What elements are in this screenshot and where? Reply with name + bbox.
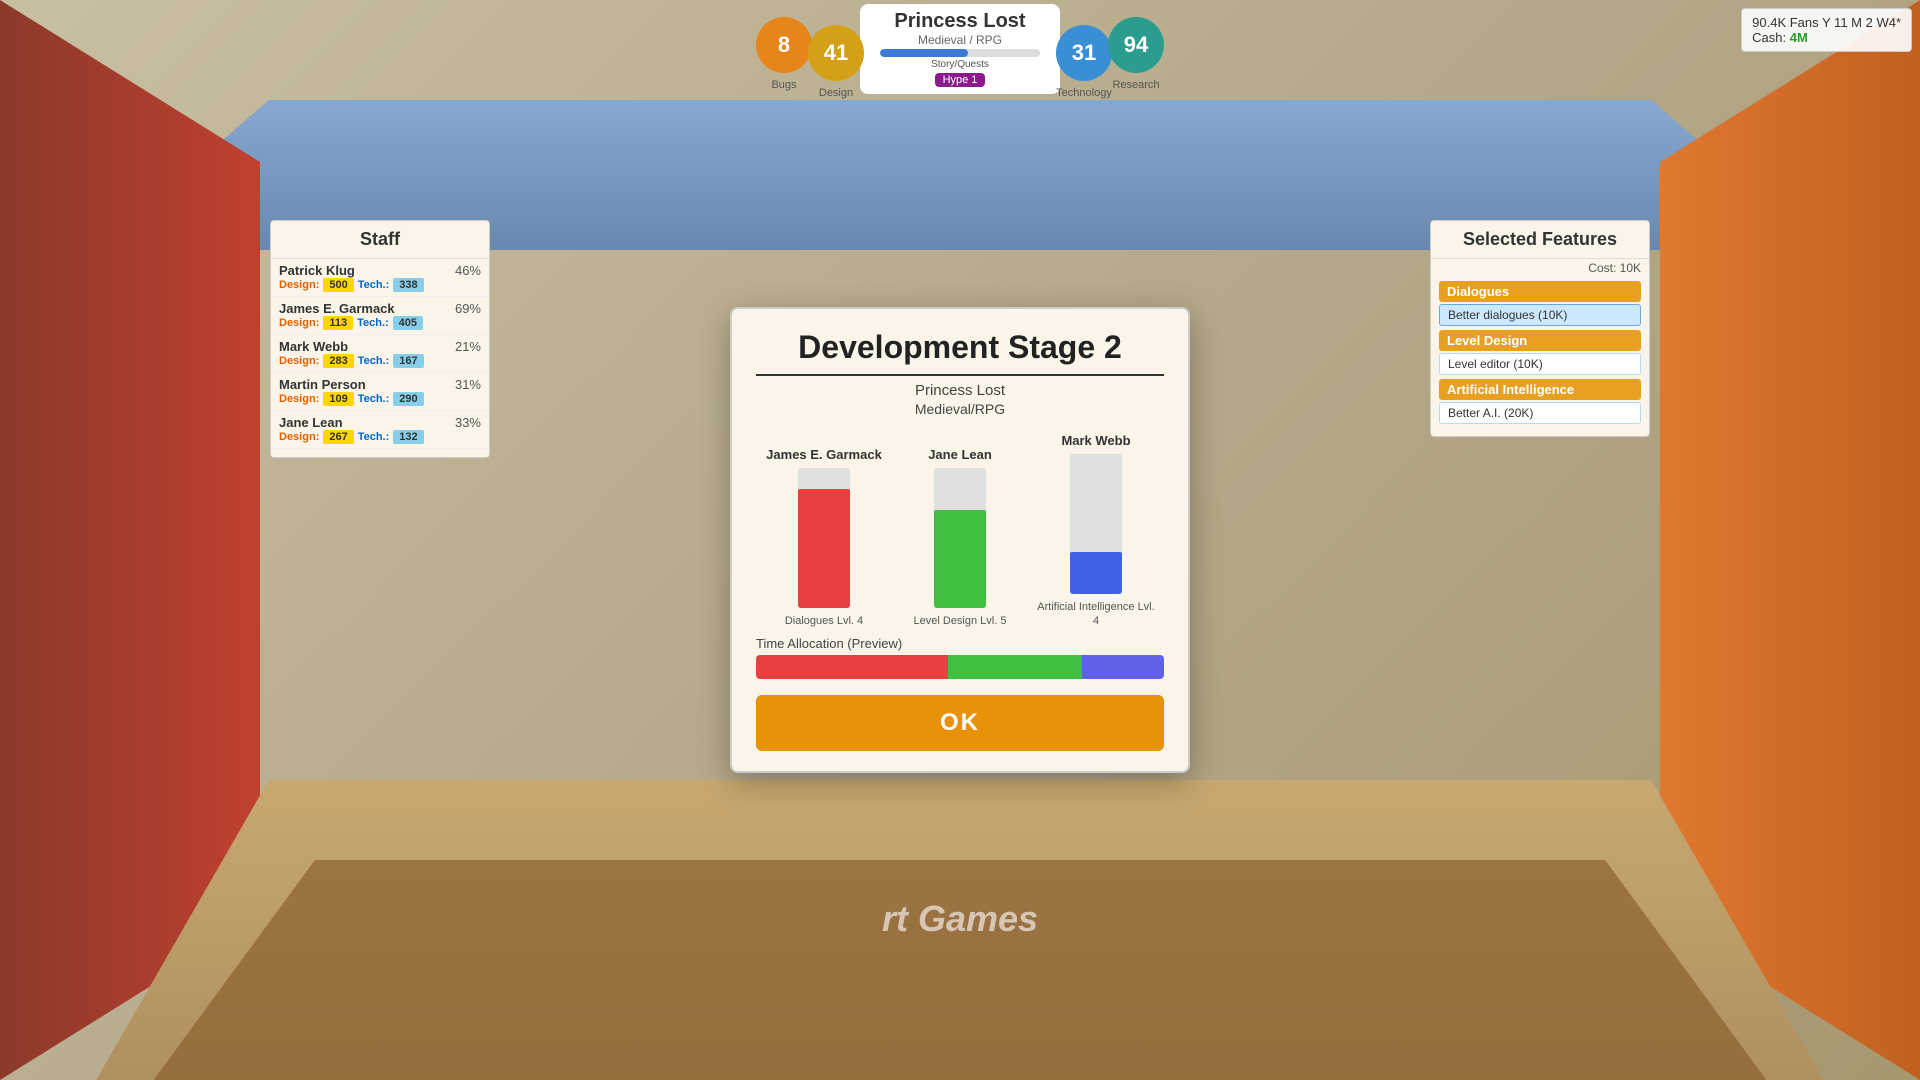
time-segment-1 <box>948 655 1083 679</box>
modal-staff-col-0: James E. Garmack Dialogues Lvl. 4 <box>764 447 884 628</box>
modal-bar-2 <box>1070 552 1122 594</box>
modal-bar-container-0 <box>798 468 850 608</box>
modal-title: Development Stage 2 <box>756 329 1164 376</box>
modal-game-title: Princess Lost <box>756 382 1164 399</box>
modal-staff-feature-0: Dialogues Lvl. 4 <box>785 614 863 628</box>
modal-staff-name-1: Jane Lean <box>928 447 992 462</box>
modal-bar-0 <box>798 489 850 608</box>
modal-overlay: Development Stage 2 Princess Lost Mediev… <box>0 0 1920 1080</box>
ok-button[interactable]: OK <box>756 695 1164 751</box>
modal-game-genre: Medieval/RPG <box>756 401 1164 417</box>
modal-staff-name-2: Mark Webb <box>1061 433 1130 448</box>
modal-staff-feature-2: Artificial Intelligence Lvl. 4 <box>1036 600 1156 629</box>
modal-staff-name-0: James E. Garmack <box>766 447 882 462</box>
development-stage-modal: Development Stage 2 Princess Lost Mediev… <box>730 307 1190 774</box>
time-segment-0 <box>756 655 948 679</box>
modal-staff-col-2: Mark Webb Artificial Intelligence Lvl. 4 <box>1036 433 1156 629</box>
staff-columns: James E. Garmack Dialogues Lvl. 4 Jane L… <box>756 433 1164 629</box>
time-segment-2 <box>1082 655 1164 679</box>
time-alloc-label: Time Allocation (Preview) <box>756 636 1164 651</box>
modal-bar-container-1 <box>934 468 986 608</box>
modal-bar-1 <box>934 510 986 608</box>
modal-staff-feature-1: Level Design Lvl. 5 <box>914 614 1007 628</box>
time-alloc-bar <box>756 655 1164 679</box>
modal-staff-col-1: Jane Lean Level Design Lvl. 5 <box>900 447 1020 628</box>
modal-bar-container-2 <box>1070 454 1122 594</box>
